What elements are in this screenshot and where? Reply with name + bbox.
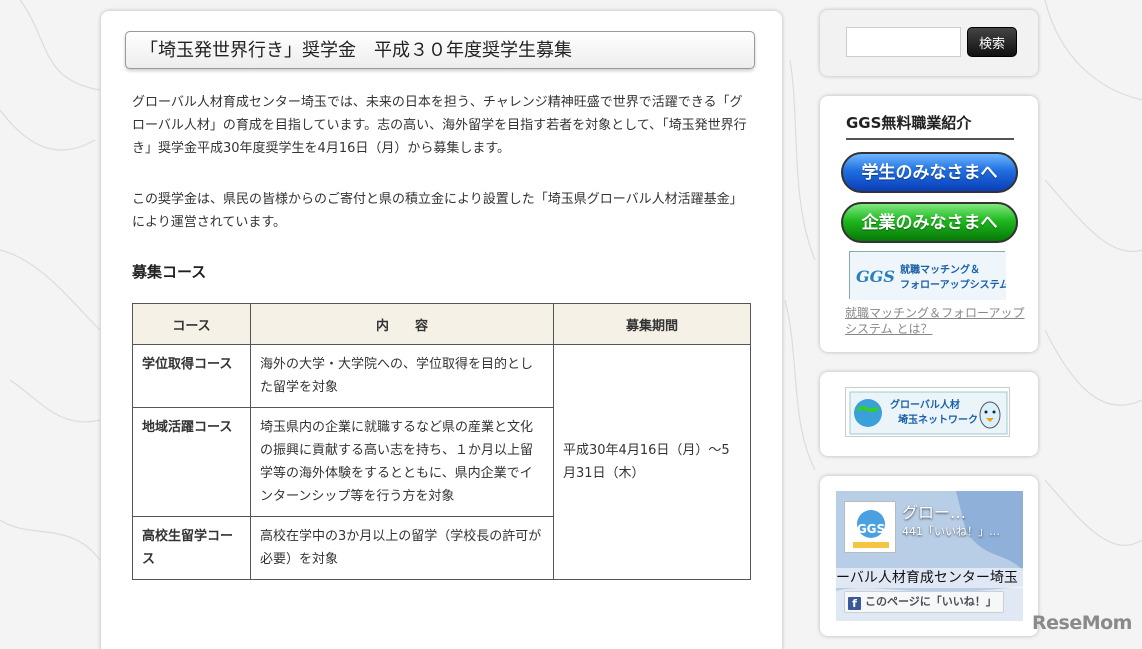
course-name: 学位取得コース: [132, 344, 251, 408]
course-table: コース 内 容 募集期間 学位取得コース 海外の大学・大学院への、学位取得を目的…: [132, 303, 751, 580]
svg-text:グローバル人材: グローバル人材: [890, 398, 960, 411]
facebook-page-name[interactable]: グロー…: [902, 499, 1020, 523]
network-banner-graphic: グローバル人材 埼玉ネットワーク: [849, 391, 1008, 435]
students-button[interactable]: 学生のみなさまへ: [841, 152, 1018, 193]
resemom-watermark-logo: ReseMom: [1032, 612, 1132, 634]
course-content: 海外の大学・大学院への、学位取得を目的とした留学を対象: [250, 344, 554, 408]
article-title: 「埼玉発世界行き」奨学金 平成３０年度奨学生募集: [140, 40, 572, 61]
ggs-logo-icon: GGS: [856, 267, 895, 286]
svg-text:埼玉ネットワーク: 埼玉ネットワーク: [898, 413, 978, 426]
svg-text:就職マッチング＆: 就職マッチング＆: [900, 263, 980, 276]
companies-button[interactable]: 企業のみなさまへ: [841, 202, 1018, 243]
ggs-mascot-logo-icon: GGS: [853, 510, 889, 548]
facebook-widget: GGS グロー… 441「いいね！」… ーバル人材育成センター埼玉 f このページ…: [820, 476, 1038, 636]
header-course: コース: [132, 303, 251, 345]
section-heading: 募集コース: [132, 263, 207, 281]
globe-icon: [854, 399, 882, 427]
facebook-icon: f: [848, 597, 861, 610]
header-period: 募集期間: [553, 303, 751, 345]
search-input[interactable]: [846, 27, 961, 57]
course-content: 高校在学中の3か月以上の留学（学校長の許可が必要）を対象: [250, 516, 554, 580]
facebook-like-button[interactable]: f このページに「いいね！」: [844, 591, 1004, 613]
page-logo: GGS: [844, 501, 896, 553]
header-content: 内 容: [250, 303, 554, 345]
course-name: 地域活躍コース: [132, 407, 251, 517]
svg-text:GGS: GGS: [857, 522, 885, 536]
ggs-banner-graphic: GGS 就職マッチング＆ フォローアップシステム: [850, 252, 1009, 300]
facebook-page-plugin[interactable]: GGS グロー… 441「いいね！」… ーバル人材育成センター埼玉 f このページ…: [836, 491, 1023, 621]
search-widget: 検索: [820, 10, 1038, 76]
ggs-widget: GGS無料職業紹介 学生のみなさまへ 企業のみなさまへ GGS 就職マッチング＆…: [820, 96, 1038, 352]
fund-paragraph: この奨学金は、県民の皆様からのご寄付と県の積立金により設置した「埼玉県グローバル…: [132, 192, 743, 230]
svg-text:フォローアップシステム: フォローアップシステム: [900, 278, 1006, 291]
mascot-icon: [979, 401, 1001, 429]
ggs-widget-title: GGS無料職業紹介: [846, 112, 1014, 140]
course-name: 高校生留学コース: [132, 516, 251, 580]
recruitment-period: 平成30年4月16日（月）～5月31日（木）: [553, 344, 751, 580]
network-widget: グローバル人材 埼玉ネットワーク: [820, 372, 1038, 456]
matching-system-banner[interactable]: GGS 就職マッチング＆ フォローアップシステム: [849, 251, 1009, 300]
article-title-box: 「埼玉発世界行き」奨学金 平成３０年度奨学生募集: [125, 31, 755, 69]
course-content: 埼玉県内の企業に就職するなど県の産業と文化の振興に貢献する高い志を持ち、１か月以…: [250, 407, 554, 517]
facebook-like-label: このページに「いいね！」: [865, 595, 997, 608]
matching-system-link[interactable]: 就職マッチング＆フォローアップシステム とは？: [845, 305, 1025, 337]
intro-paragraph: グローバル人材育成センター埼玉では、未来の日本を担う、チャレンジ精神旺盛で世界で…: [132, 95, 747, 156]
table-header-row: コース 内 容 募集期間: [132, 303, 751, 345]
search-button[interactable]: 検索: [967, 27, 1017, 57]
facebook-like-count: 441「いいね！」…: [902, 525, 1000, 538]
facebook-cover-text: ーバル人材育成センター埼玉: [836, 568, 1023, 588]
main-content: 「埼玉発世界行き」奨学金 平成３０年度奨学生募集 グローバル人材育成センター埼玉…: [101, 11, 782, 649]
global-network-banner[interactable]: グローバル人材 埼玉ネットワーク: [845, 387, 1010, 437]
table-row: 学位取得コース 海外の大学・大学院への、学位取得を目的とした留学を対象 平成30…: [132, 344, 751, 580]
